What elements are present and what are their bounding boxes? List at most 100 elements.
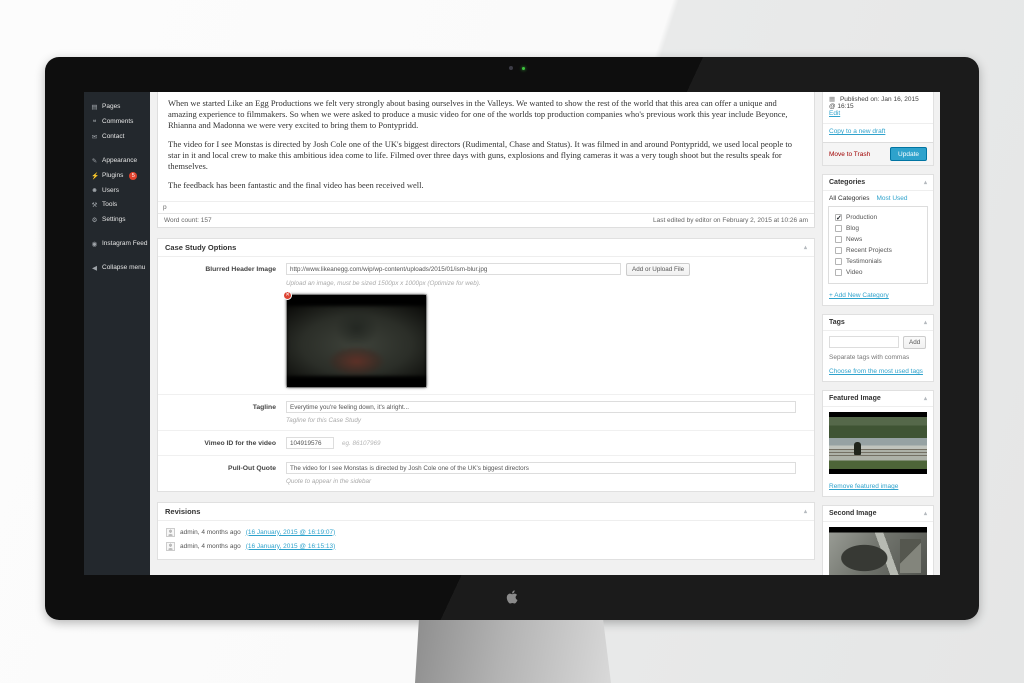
field-label: Tagline: [166, 401, 286, 424]
category-label: Blog: [846, 225, 859, 232]
checkbox-icon[interactable]: [835, 247, 842, 254]
post-paragraph: The feedback has been fantastic and the …: [168, 180, 804, 191]
collapse-caret-icon[interactable]: ▴: [924, 395, 927, 402]
path-label: p: [163, 204, 167, 211]
sidebar-item-users[interactable]: ☻ Users: [84, 183, 150, 197]
update-button[interactable]: Update: [890, 147, 927, 161]
collapse-caret-icon[interactable]: ▴: [924, 510, 927, 517]
sidebar-item-settings[interactable]: ⚙ Settings: [84, 212, 150, 227]
checkbox-icon[interactable]: [835, 258, 842, 265]
second-image-header[interactable]: Second Image ▴: [823, 506, 933, 522]
tagline-input[interactable]: [286, 401, 796, 413]
featured-image-header[interactable]: Featured Image ▴: [823, 391, 933, 407]
comments-icon: ❝: [91, 118, 98, 126]
word-count: Word count: 157: [164, 217, 212, 224]
publish-box: ▦ Published on: Jan 16, 2015 @ 16:15 Edi…: [822, 92, 934, 166]
revisions-list: admin, 4 months ago (16 January, 2015 @ …: [158, 521, 814, 559]
revisions-header[interactable]: Revisions ▴: [158, 503, 814, 521]
plugins-update-badge: 5: [129, 172, 137, 180]
checkbox-checked-icon[interactable]: [835, 214, 842, 221]
sidebar-item-contact[interactable]: ✉ Contact: [84, 129, 150, 144]
tags-helper-text: Separate tags with commas: [823, 351, 933, 364]
menu-separator: [84, 227, 150, 236]
field-label: Blurred Header Image: [166, 263, 286, 388]
sidebar-item-instagram-feed[interactable]: ◉ Instagram Feed: [84, 236, 150, 251]
vimeo-helper-text: eg. 86107969: [342, 440, 381, 447]
add-new-category-link[interactable]: + Add New Category: [829, 292, 889, 299]
sidebar-item-label: Comments: [102, 118, 133, 125]
tab-all-categories[interactable]: All Categories: [829, 195, 869, 202]
vimeo-id-input[interactable]: [286, 437, 334, 449]
editor-column: When we started Like an Egg Productions …: [150, 92, 822, 575]
copy-draft-row: Copy to a new draft: [823, 123, 933, 138]
categories-checklist: Production Blog News Recent Projects: [828, 206, 928, 284]
move-to-trash-link[interactable]: Move to Trash: [829, 151, 870, 158]
plugins-icon: ⚡: [91, 172, 98, 180]
sidebar-item-tools[interactable]: ⚒ Tools: [84, 197, 150, 212]
field-main: Add or Upload File Upload an image, must…: [286, 263, 806, 388]
revision-date-link[interactable]: (16 January, 2015 @ 16:19:07): [246, 529, 336, 536]
wordpress-admin-screen: ▤ Pages ❝ Comments ✉ Contact ✎ Appearanc…: [84, 92, 940, 575]
category-label: News: [846, 236, 862, 243]
collapse-caret-icon[interactable]: ▴: [924, 179, 927, 186]
remove-image-icon[interactable]: ✕: [283, 291, 292, 300]
second-image-thumbnail[interactable]: [829, 527, 927, 575]
copy-to-new-draft-link[interactable]: Copy to a new draft: [829, 128, 885, 135]
sidebar-item-label: Appearance: [102, 157, 137, 164]
sidebar-item-comments[interactable]: ❝ Comments: [84, 114, 150, 129]
category-testimonials[interactable]: Testimonials: [833, 256, 923, 267]
category-label: Testimonials: [846, 258, 882, 265]
category-recent-projects[interactable]: Recent Projects: [833, 245, 923, 256]
featured-image-box: Featured Image ▴ Remove featured image: [822, 390, 934, 497]
post-editor-box: When we started Like an Egg Productions …: [157, 92, 815, 228]
sidebar-item-pages[interactable]: ▤ Pages: [84, 99, 150, 114]
checkbox-icon[interactable]: [835, 236, 842, 243]
category-news[interactable]: News: [833, 234, 923, 245]
collapse-menu-icon: ◀: [91, 264, 98, 272]
collapse-caret-icon[interactable]: ▴: [804, 508, 807, 515]
case-study-options-header[interactable]: Case Study Options ▴: [158, 239, 814, 257]
category-label: Recent Projects: [846, 247, 892, 254]
edit-published-link[interactable]: Edit: [829, 110, 840, 117]
revision-date-link[interactable]: (16 January, 2015 @ 16:15:13): [246, 543, 336, 550]
sidebar-item-appearance[interactable]: ✎ Appearance: [84, 153, 150, 168]
vimeo-id-field: Vimeo ID for the video eg. 86107969: [158, 431, 814, 456]
choose-most-used-tags-link[interactable]: Choose from the most used tags: [829, 368, 923, 375]
sidebar-item-label: Users: [102, 187, 119, 194]
checkbox-icon[interactable]: [835, 269, 842, 276]
camera-icon: [509, 66, 513, 70]
category-production[interactable]: Production: [833, 212, 923, 223]
admin-sidebar: ▤ Pages ❝ Comments ✉ Contact ✎ Appearanc…: [84, 92, 150, 575]
pull-out-quote-input[interactable]: [286, 462, 796, 474]
settings-column: ▦ Published on: Jan 16, 2015 @ 16:15 Edi…: [822, 92, 940, 575]
sidebar-item-collapse-menu[interactable]: ◀ Collapse menu: [84, 260, 150, 275]
post-paragraph: When we started Like an Egg Productions …: [168, 98, 804, 131]
add-or-upload-file-button[interactable]: Add or Upload File: [626, 263, 690, 276]
blurred-image-url-input[interactable]: [286, 263, 621, 275]
checkbox-icon[interactable]: [835, 225, 842, 232]
post-content-editable[interactable]: When we started Like an Egg Productions …: [158, 92, 814, 201]
blurred-header-image-field: Blurred Header Image Add or Upload File …: [158, 257, 814, 395]
add-tag-button[interactable]: Add: [903, 336, 926, 349]
case-study-options-box: Case Study Options ▴ Blurred Header Imag…: [157, 238, 815, 492]
collapse-caret-icon[interactable]: ▴: [804, 244, 807, 251]
tab-most-used[interactable]: Most Used: [876, 195, 907, 202]
category-blog[interactable]: Blog: [833, 223, 923, 234]
sidebar-item-plugins[interactable]: ⚡ Plugins 5: [84, 168, 150, 183]
tags-header[interactable]: Tags ▴: [823, 315, 933, 331]
sidebar-item-label: Plugins: [102, 172, 123, 179]
remove-featured-image-link[interactable]: Remove featured image: [829, 483, 898, 490]
featured-image-thumbnail[interactable]: [829, 412, 927, 474]
category-label: Production: [846, 214, 877, 221]
categories-header[interactable]: Categories ▴: [823, 175, 933, 191]
avatar: [166, 542, 175, 551]
categories-tabs: All Categories Most Used: [823, 191, 933, 202]
appearance-icon: ✎: [91, 157, 98, 165]
tags-input[interactable]: [829, 336, 899, 348]
blurred-image-thumbnail: [287, 295, 426, 387]
person-silhouette: [854, 442, 861, 455]
upload-url-row: Add or Upload File: [286, 263, 806, 276]
tagline-helper-text: Tagline for this Case Study: [286, 417, 806, 424]
category-video[interactable]: Video: [833, 267, 923, 278]
collapse-caret-icon[interactable]: ▴: [924, 319, 927, 326]
